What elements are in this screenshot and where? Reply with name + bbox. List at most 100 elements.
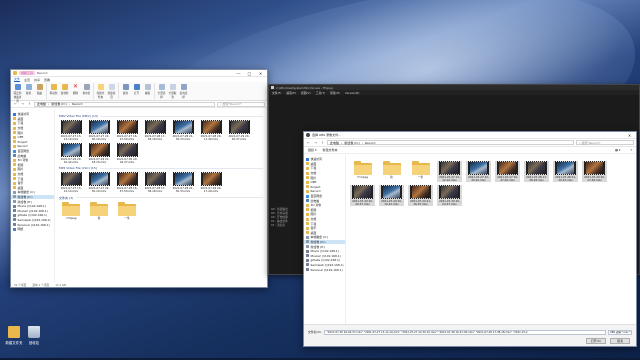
view-options-icon[interactable]: ▦ ▾: [615, 148, 620, 152]
new-item-button[interactable]: 新建项目: [107, 83, 116, 99]
desktop-icon-recycle-bin[interactable]: 回收站: [22, 326, 46, 345]
file-item[interactable]: 2021-07-29 20-10-42.mkv: [379, 185, 404, 207]
nav-item[interactable]: Movie (\\192.168.1): [304, 249, 345, 254]
file-item[interactable]: 2021-07-28 21-30-33.mkv: [171, 120, 195, 141]
file-item[interactable]: 2021-07-27 16-47-00.mkv: [115, 120, 139, 141]
file-item[interactable]: 2021-07-27 22-30-10.mkv: [87, 120, 111, 141]
organize-button[interactable]: 组织 ▾: [308, 148, 316, 152]
nav-item[interactable]: Personal (\\192.168.1): [304, 267, 345, 272]
close-button[interactable]: ✕: [625, 132, 634, 138]
file-item[interactable]: 2021-07-28 21-30-33.mkv: [171, 172, 195, 193]
search-input[interactable]: ⌕ 搜索"Record": [576, 140, 634, 145]
forward-icon[interactable]: →: [313, 141, 318, 145]
breadcrumb-item[interactable]: 新加卷 (D:): [344, 141, 360, 145]
file-item[interactable]: 2021-07-28 20-17-49.mkv: [199, 120, 223, 141]
file-item[interactable]: 2021-07-29 20-20-37.mkv: [350, 185, 375, 207]
group-header[interactable]: MKV Video File (MKV) (13): [59, 114, 263, 118]
menu-item[interactable]: 文件(F): [272, 91, 281, 95]
file-item[interactable]: 2021-07-29 21-18-15.mkv: [408, 185, 433, 207]
close-button[interactable]: ✕: [256, 70, 265, 76]
search-input[interactable]: ⌕ 搜索"Record": [217, 101, 265, 107]
group-header[interactable]: MP4 Video File (VLC) (15): [59, 166, 263, 170]
file-item[interactable]: 2021-07-27 16-47-00.mkv: [495, 161, 520, 183]
copy-to-button[interactable]: 复制到: [60, 83, 69, 95]
nav-item[interactable]: gitlabs (\\192.168.1): [304, 258, 345, 263]
back-icon[interactable]: ←: [13, 102, 18, 106]
breadcrumb-item[interactable]: 新加卷 (D:): [51, 102, 67, 106]
new-folder-button[interactable]: 新建文件夹: [322, 148, 337, 152]
paste-button[interactable]: 粘贴: [35, 83, 44, 95]
file-item[interactable]: 2021-07-29 20-20-37.mkv: [227, 120, 251, 141]
file-item[interactable]: 一条: [408, 161, 433, 182]
dialog-titlebar[interactable]: 选择 OBS 录像文件... ✕: [304, 132, 636, 139]
file-item[interactable]: !!!mpeg: [350, 161, 375, 182]
breadcrumb[interactable]: 此电脑 › 新加卷 (D:) › Record: [327, 140, 574, 145]
nav-item[interactable]: Semiweb (\\192.168.1): [11, 218, 54, 223]
invert-selection-button[interactable]: 反向选择: [179, 83, 188, 99]
open-button[interactable]: 打开(O): [586, 338, 606, 344]
rename-button[interactable]: 重命名: [82, 83, 91, 95]
menu-item[interactable]: 帮助(H): [330, 91, 340, 95]
open-button[interactable]: 打开: [132, 83, 141, 95]
help-icon[interactable]: ?: [630, 148, 632, 152]
forward-icon[interactable]: →: [20, 102, 25, 106]
tab-file[interactable]: 文件: [14, 77, 21, 82]
tab-share[interactable]: 共享: [34, 78, 40, 82]
pin-button[interactable]: 固定到快速访问: [13, 83, 22, 103]
copy-button[interactable]: 复制: [24, 83, 33, 95]
breadcrumb-item[interactable]: 此电脑: [37, 102, 46, 106]
move-to-button[interactable]: 移动到: [49, 83, 58, 95]
file-item[interactable]: 2021-07-27 13-12-10.mkv: [59, 172, 83, 193]
edit-button[interactable]: 编辑: [143, 83, 152, 95]
new-folder-button[interactable]: 新建文件夹: [96, 83, 105, 99]
select-all-button[interactable]: 全部选择: [157, 83, 166, 99]
file-item[interactable]: 2021-07-28 17-38-18.mkv: [143, 172, 167, 193]
file-item[interactable]: 2021-07-29 20-17-49.mkv: [199, 172, 223, 193]
file-item[interactable]: 2021-07-27 22-30-10.mkv: [466, 161, 491, 183]
file-item[interactable]: 2021-07-30 20-04-37.mkv: [437, 185, 462, 207]
filename-input[interactable]: "2021-07-30 20-04-37.mkv" "2021-07-27 13…: [323, 329, 606, 335]
explorer-titlebar[interactable]: 视频工具 Record — □ ✕: [11, 70, 267, 77]
select-none-button[interactable]: 全部取消: [168, 83, 177, 99]
delete-button[interactable]: ✕ 删除: [71, 83, 80, 96]
group-header[interactable]: 文件夹 (3): [59, 196, 263, 200]
file-item[interactable]: 2021-07-27 22-30-10.mkv: [87, 172, 111, 193]
tab-video-tools[interactable]: 视频工具: [19, 71, 36, 75]
file-item[interactable]: 2021-07-28 21-30-33.mkv: [553, 161, 578, 183]
breadcrumb-item[interactable]: 此电脑: [330, 141, 339, 145]
file-item[interactable]: 一条: [115, 201, 139, 220]
breadcrumb[interactable]: 此电脑 › 新加卷 (D:) › Record: [34, 101, 215, 107]
nav-item[interactable]: Semiweb (\\192.168.1): [304, 263, 345, 268]
breadcrumb-item[interactable]: Record: [72, 102, 82, 106]
nav-item[interactable]: 网络: [11, 227, 54, 232]
menu-item[interactable]: 工具(T): [316, 91, 326, 95]
file-item[interactable]: 2021-07-27 13-12-10.mkv: [437, 161, 462, 183]
tab-home[interactable]: 主页: [24, 78, 30, 82]
cancel-button[interactable]: 取消: [610, 338, 630, 344]
up-icon[interactable]: ↑: [27, 102, 32, 106]
file-item[interactable]: 2021-07-28 16-47-50.mkv: [115, 172, 139, 193]
breadcrumb-item[interactable]: Record: [365, 141, 375, 145]
menu-item[interactable]: Version(B): [345, 91, 359, 95]
file-item[interactable]: 2021-07-27 13-12-10.mkv: [59, 120, 83, 141]
menu-item[interactable]: 编辑(E): [286, 91, 296, 95]
file-item[interactable]: 2021-07-29 20-17-49.mkv: [582, 161, 607, 183]
file-item[interactable]: !!!mpeg: [59, 201, 83, 220]
back-icon[interactable]: ←: [306, 141, 311, 145]
properties-button[interactable]: 属性: [121, 83, 130, 95]
file-item[interactable]: 2021-07-28 17-38-18.mkv: [143, 120, 167, 141]
minimize-button[interactable]: —: [234, 70, 243, 76]
nav-item[interactable]: Movie2 (\\192.168.1): [11, 208, 54, 213]
menu-item[interactable]: 视图(V): [301, 91, 311, 95]
nav-item[interactable]: Movie2 (\\192.168.1): [304, 253, 345, 258]
file-item[interactable]: 2021-07-28 17-38-18.mkv: [524, 161, 549, 183]
filetype-select[interactable]: OBS 录像(*.mkv *.mp4 *.flv *.ts): [608, 329, 632, 335]
up-icon[interactable]: ↑: [320, 141, 325, 145]
file-item[interactable]: 2021-07-29 21-18-15.mkv: [87, 143, 111, 164]
tab-view[interactable]: 查看: [44, 78, 50, 82]
file-item[interactable]: 2021-07-30 20-04-37.mkv: [115, 143, 139, 164]
file-item[interactable]: 新: [379, 161, 404, 182]
file-item[interactable]: 新: [87, 201, 111, 220]
maximize-button[interactable]: □: [245, 70, 254, 76]
file-item[interactable]: 2021-07-29 20-10-42.mkv: [59, 143, 83, 164]
